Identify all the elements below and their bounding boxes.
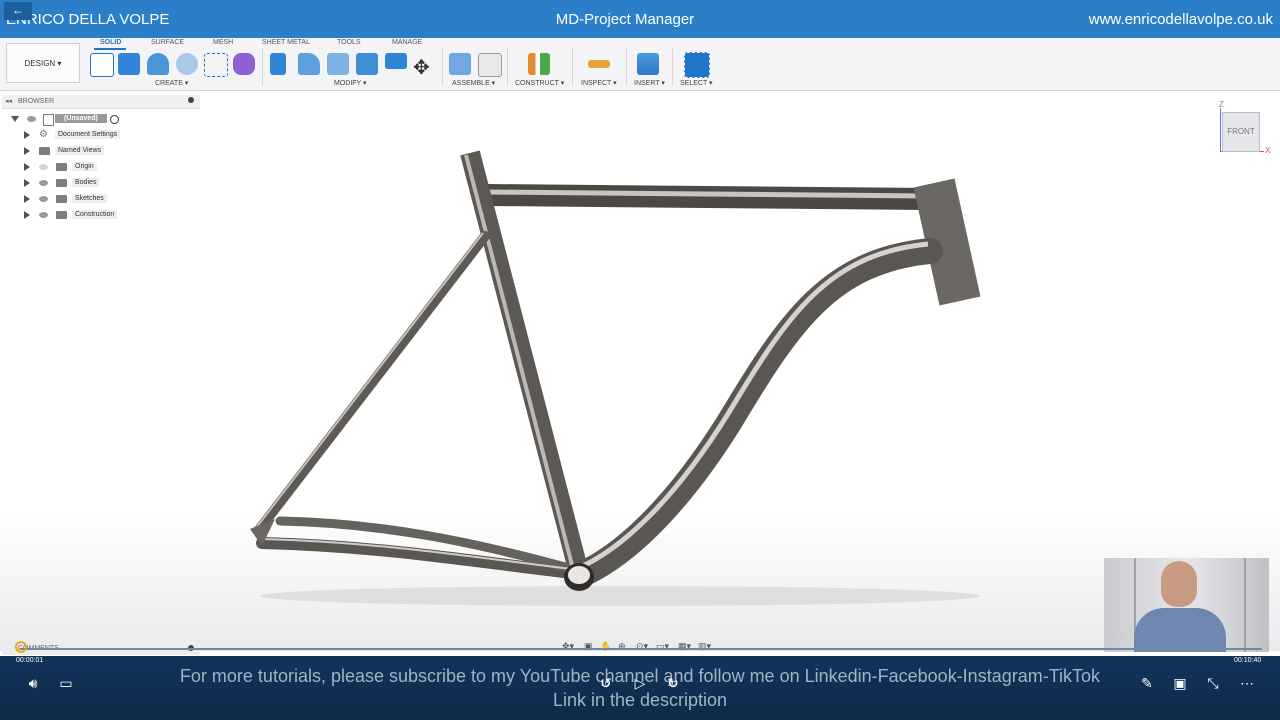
assemble-menu[interactable]: ASSEMBLE ▾ <box>452 79 495 87</box>
orbit-icon[interactable]: ✥▾ <box>562 641 574 652</box>
play-icon[interactable]: ▷ <box>629 672 651 694</box>
tab-sheet-metal[interactable]: SHEET METAL <box>262 39 310 46</box>
picture-in-picture-icon[interactable]: ▣ <box>1169 672 1191 694</box>
select-menu[interactable]: SELECT ▾ <box>680 79 713 87</box>
progress-handle[interactable] <box>15 641 27 653</box>
total-time: 00:10:40 <box>1234 657 1262 664</box>
current-time: 00:00:01 <box>16 657 44 664</box>
active-tab-indicator <box>94 48 126 50</box>
seat-stay-highlight <box>255 232 484 529</box>
inspect-menu[interactable]: INSPECT ▾ <box>581 79 617 87</box>
offset-plane-icon[interactable] <box>528 53 550 75</box>
revolve-icon[interactable] <box>147 53 169 75</box>
divider <box>262 48 263 86</box>
combine-icon[interactable] <box>385 53 407 69</box>
seat-stay <box>253 231 490 536</box>
new-component-icon[interactable] <box>449 53 471 75</box>
frame-shadow <box>260 586 980 606</box>
divider <box>672 48 673 86</box>
create-menu[interactable]: CREATE ▾ <box>155 79 188 87</box>
volume-icon[interactable]: 🔊︎ <box>22 672 44 694</box>
toolbar-ribbon: DESIGN ▾ SOLID SURFACE MESH SHEET METAL … <box>0 38 1280 91</box>
tab-mesh[interactable]: MESH <box>213 39 233 46</box>
form-icon[interactable] <box>233 53 255 75</box>
webcam-overlay <box>1104 558 1269 652</box>
window-title: MD-Project Manager <box>555 11 695 28</box>
viewcube[interactable]: FRONT <box>1222 112 1260 152</box>
fit-icon[interactable]: ⊙▾ <box>636 641 648 652</box>
viewports-icon[interactable]: ▥▾ <box>698 641 711 652</box>
title-bar: ENRICO DELLA VOLPE MD-Project Manager ww… <box>0 0 1280 38</box>
divider <box>507 48 508 86</box>
seat-tube <box>460 150 588 572</box>
axis-x-label: X <box>1265 146 1271 155</box>
sweep-icon[interactable] <box>176 53 198 75</box>
forward-seconds: 30 <box>668 681 676 688</box>
select-icon[interactable] <box>684 52 710 78</box>
3d-viewport[interactable] <box>0 91 1280 651</box>
display-settings-icon[interactable]: ▭▾ <box>656 641 669 652</box>
divider <box>442 48 443 86</box>
pencil-icon[interactable]: ✎ <box>1136 672 1158 694</box>
workspace-dropdown[interactable]: DESIGN ▾ <box>6 43 80 83</box>
shell-icon[interactable] <box>356 53 378 75</box>
exit-fullscreen-icon[interactable]: ⤡ <box>1202 672 1224 694</box>
pan-icon[interactable]: ✋ <box>600 641 611 652</box>
move-icon[interactable]: ✥ <box>413 55 430 80</box>
joint-icon[interactable] <box>478 53 502 77</box>
tab-surface[interactable]: SURFACE <box>151 39 184 46</box>
presenter-head <box>1161 561 1197 607</box>
measure-icon[interactable] <box>588 60 610 68</box>
loft-icon[interactable] <box>204 53 228 77</box>
insert-image-icon[interactable] <box>637 53 659 75</box>
axis-z-line <box>1220 108 1221 152</box>
tab-solid[interactable]: SOLID <box>100 39 121 46</box>
modify-menu[interactable]: MODIFY ▾ <box>334 79 367 87</box>
divider <box>572 48 573 86</box>
tab-manage[interactable]: MANAGE <box>392 39 422 46</box>
back-arrow-icon[interactable]: ← <box>4 2 32 20</box>
captions-icon[interactable]: ▭ <box>55 672 77 694</box>
website-url[interactable]: www.enricodellavolpe.co.uk <box>1089 11 1273 28</box>
window-frame <box>1244 558 1246 652</box>
press-pull-icon[interactable] <box>270 53 286 75</box>
presenter-body <box>1134 608 1226 652</box>
progress-track[interactable] <box>18 648 1262 650</box>
tab-tools[interactable]: TOOLS <box>337 39 361 46</box>
bottom-bracket-bore <box>568 566 590 584</box>
create-sketch-icon[interactable] <box>90 53 114 77</box>
extrude-icon[interactable] <box>118 53 140 75</box>
insert-menu[interactable]: INSERT ▾ <box>634 79 665 87</box>
more-options-icon[interactable]: ⋯ <box>1236 672 1258 694</box>
fillet-icon[interactable] <box>298 53 320 75</box>
rewind-seconds: 10 <box>601 681 609 688</box>
chamfer-icon[interactable] <box>327 53 349 75</box>
look-at-icon[interactable]: ▣ <box>584 641 593 652</box>
divider <box>626 48 627 86</box>
seat-tube-highlight <box>464 154 575 570</box>
construct-menu[interactable]: CONSTRUCT ▾ <box>515 79 564 87</box>
grid-settings-icon[interactable]: ▦▾ <box>678 641 691 652</box>
zoom-icon[interactable]: ⊕ <box>618 641 626 652</box>
